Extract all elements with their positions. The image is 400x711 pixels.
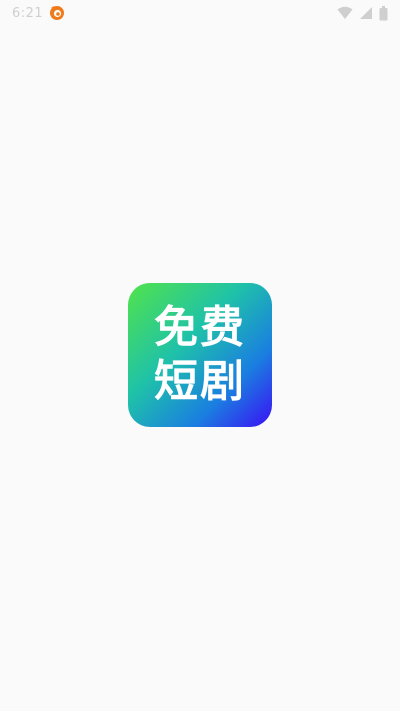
- logo-text-line-2: 短剧: [154, 356, 246, 407]
- status-bar: 6:21: [0, 0, 400, 26]
- app-logo: 免费 短剧: [128, 283, 272, 427]
- status-bar-left: 6:21: [12, 5, 65, 21]
- status-bar-right: [337, 5, 388, 21]
- signal-icon: [359, 6, 373, 20]
- notification-swirl-icon: [49, 5, 65, 21]
- wifi-icon: [337, 6, 353, 20]
- status-time: 6:21: [12, 5, 44, 21]
- battery-icon: [379, 5, 388, 21]
- splash-screen: 6:21 免费 短剧: [0, 0, 400, 711]
- logo-text-line-1: 免费: [154, 302, 246, 353]
